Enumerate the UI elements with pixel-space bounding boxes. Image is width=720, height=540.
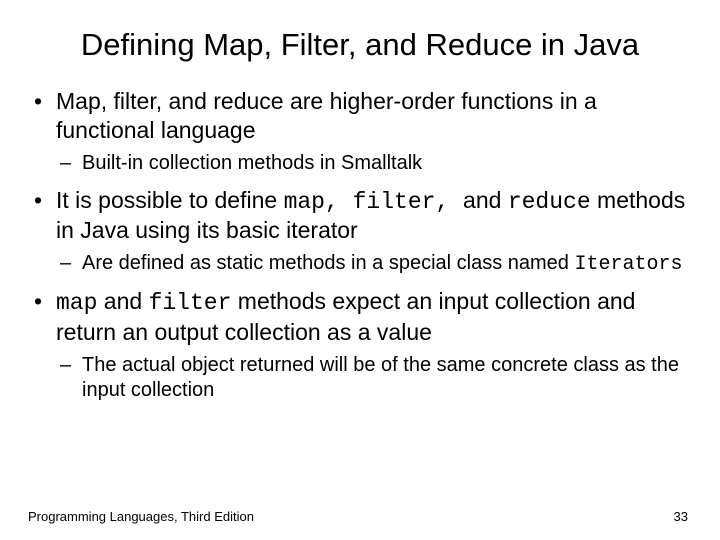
sub-2-1: Are defined as static methods in a speci… xyxy=(56,251,692,277)
sub-list-2: Are defined as static methods in a speci… xyxy=(56,251,692,277)
bullet-list: Map, filter, and reduce are higher-order… xyxy=(28,87,692,403)
sub-list-1: Built-in collection methods in Smalltalk xyxy=(56,151,692,176)
bullet-1: Map, filter, and reduce are higher-order… xyxy=(28,87,692,176)
page-number: 33 xyxy=(674,509,688,524)
code-filter-2: filter xyxy=(149,290,232,316)
slide-title: Defining Map, Filter, and Reduce in Java xyxy=(68,26,652,63)
b2-sep: , xyxy=(325,189,353,215)
b2-part-a: It is possible to define xyxy=(56,187,284,213)
code-iterators: Iterators xyxy=(574,253,682,276)
footer-left: Programming Languages, Third Edition xyxy=(28,509,254,524)
s2-part-a: Are defined as static methods in a speci… xyxy=(82,252,574,274)
bullet-1-text: Map, filter, and reduce are higher-order… xyxy=(56,88,597,143)
sub-list-3: The actual object returned will be of th… xyxy=(56,353,692,403)
b2-part-b: and xyxy=(463,187,508,213)
b2-sep2: , xyxy=(435,189,463,215)
sub-1-1: Built-in collection methods in Smalltalk xyxy=(56,151,692,176)
code-reduce: reduce xyxy=(508,189,591,215)
bullet-2: It is possible to define map, filter, an… xyxy=(28,186,692,278)
code-filter: filter xyxy=(353,189,436,215)
code-map: map xyxy=(284,189,325,215)
code-map-2: map xyxy=(56,290,97,316)
slide: Defining Map, Filter, and Reduce in Java… xyxy=(0,0,720,540)
b3-part-a: and xyxy=(97,288,148,314)
bullet-3: map and filter methods expect an input c… xyxy=(28,287,692,403)
sub-3-1: The actual object returned will be of th… xyxy=(56,353,692,403)
